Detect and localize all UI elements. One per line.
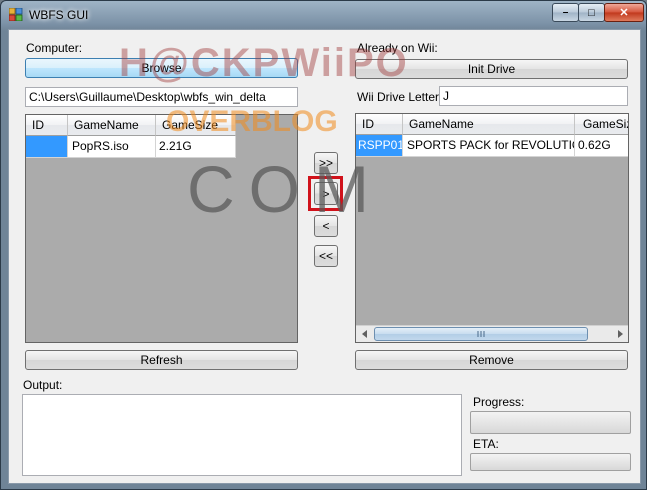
client-area: Computer: Browse C:\Users\Guillaume\Desk…	[8, 29, 641, 484]
refresh-button-label: Refresh	[140, 353, 183, 367]
refresh-button[interactable]: Refresh	[25, 350, 298, 370]
table-row-name-cell[interactable]: SPORTS PACK for REVOLUTION	[403, 135, 575, 157]
minimize-icon: –	[562, 7, 569, 18]
table-row-id-cell[interactable]: RSPP01	[356, 135, 403, 157]
double-chevron-right-icon: >>	[318, 156, 333, 170]
scroll-right-icon	[617, 330, 623, 338]
computer-label: Computer:	[26, 41, 83, 55]
chevron-right-icon: >	[322, 186, 330, 201]
path-input[interactable]: C:\Users\Guillaume\Desktop\wbfs_win_delt…	[25, 87, 298, 107]
browse-button[interactable]: Browse	[25, 58, 298, 78]
scroll-thumb[interactable]	[374, 327, 588, 341]
init-drive-button-label: Init Drive	[467, 62, 516, 76]
scroll-left-icon	[361, 330, 367, 338]
wii-drive-letter-input[interactable]: J	[439, 86, 628, 106]
minimize-button[interactable]: –	[552, 3, 579, 22]
output-textbox[interactable]	[22, 394, 462, 476]
computer-games-grid[interactable]: ID GameName GameSize PopRS.iso 2.21G	[25, 114, 298, 343]
chevron-left-icon: <	[322, 219, 330, 233]
app-icon	[9, 8, 23, 21]
remove-button-label: Remove	[469, 353, 514, 367]
init-drive-button[interactable]: Init Drive	[355, 59, 628, 79]
move-right-button[interactable]: >	[314, 182, 338, 205]
scroll-left-button[interactable]	[356, 326, 373, 342]
close-icon: ✕	[619, 7, 629, 19]
output-label: Output:	[23, 378, 63, 392]
column-header-gamename[interactable]: GameName	[68, 115, 156, 136]
column-header-gamesize[interactable]: GameSize	[575, 114, 628, 135]
column-header-id[interactable]: ID	[356, 114, 403, 135]
close-button[interactable]: ✕	[604, 3, 644, 22]
move-left-button[interactable]: <	[314, 215, 338, 237]
maximize-icon: □	[588, 6, 595, 19]
table-row-size-cell[interactable]: 0.62G	[575, 135, 628, 157]
wii-label: Already on Wii:	[357, 41, 438, 55]
table-row-id-cell[interactable]	[26, 136, 68, 158]
column-header-gamesize[interactable]: GameSize	[156, 115, 236, 136]
progress-bar	[470, 411, 631, 434]
wii-drive-letter-label: Wii Drive Letter	[357, 90, 440, 104]
grip-icon	[477, 331, 485, 337]
move-all-right-button[interactable]: >>	[314, 152, 338, 174]
table-row-name-cell[interactable]: PopRS.iso	[68, 136, 156, 158]
maximize-button[interactable]: □	[578, 3, 605, 22]
horizontal-scrollbar[interactable]	[356, 325, 628, 342]
wii-games-grid[interactable]: ID GameName GameSize RSPP01 SPORTS PACK …	[355, 113, 629, 343]
move-all-left-button[interactable]: <<	[314, 245, 338, 267]
window-title: WBFS GUI	[29, 8, 89, 22]
title-bar[interactable]: WBFS GUI – □ ✕	[1, 1, 646, 29]
progress-label: Progress:	[473, 395, 525, 409]
double-chevron-left-icon: <<	[318, 249, 333, 263]
browse-button-label: Browse	[141, 61, 182, 75]
application-window: WBFS GUI – □ ✕ Computer: Browse C:\Users…	[0, 0, 647, 490]
column-header-id[interactable]: ID	[26, 115, 68, 136]
eta-label: ETA:	[473, 437, 499, 451]
eta-field	[470, 453, 631, 471]
column-header-gamename[interactable]: GameName	[403, 114, 575, 135]
scroll-right-button[interactable]	[611, 326, 628, 342]
remove-button[interactable]: Remove	[355, 350, 628, 370]
table-row-size-cell[interactable]: 2.21G	[156, 136, 236, 158]
